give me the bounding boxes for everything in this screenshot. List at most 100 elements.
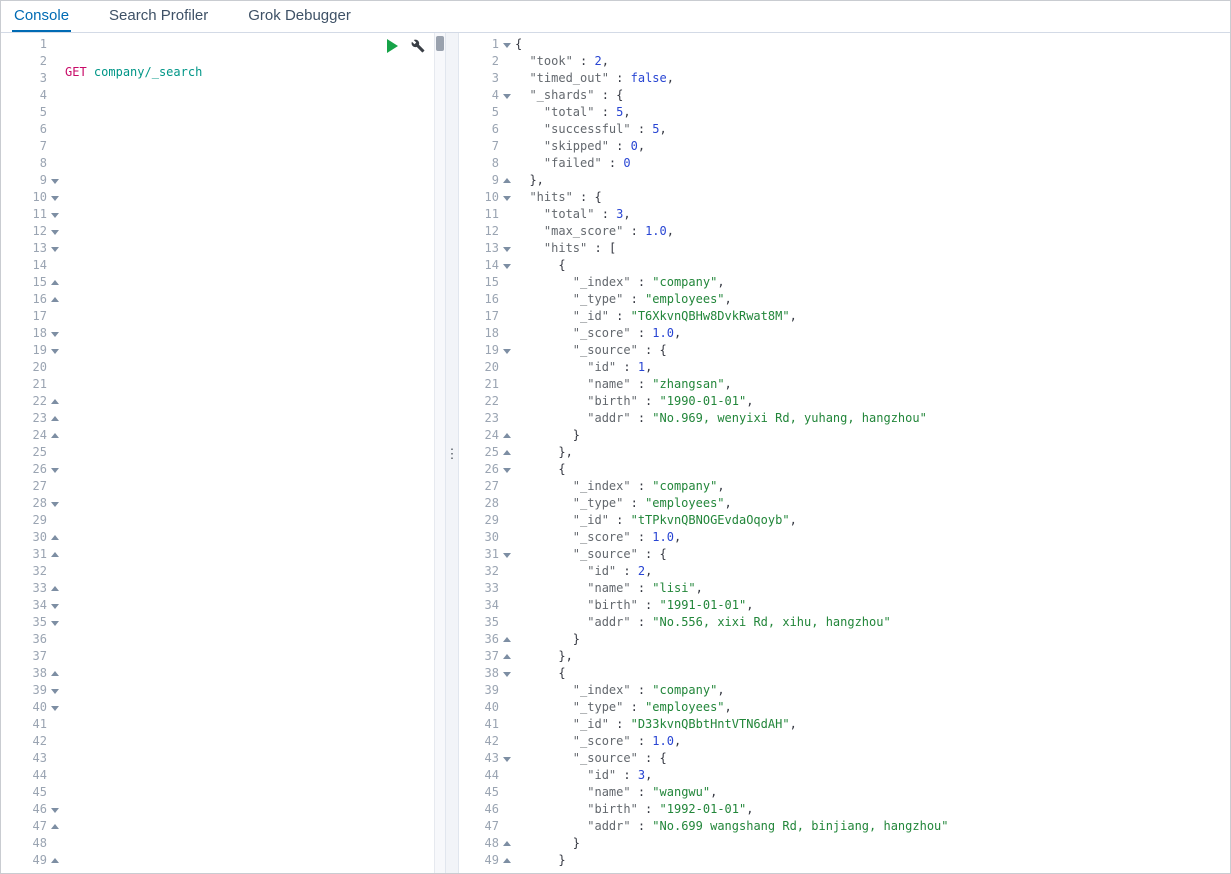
request-line[interactable]: GET company/_search [65,64,445,81]
request-content[interactable]: GET company/_search [61,36,445,873]
fold-close-icon[interactable] [47,410,61,427]
response-code-line[interactable]: "timed_out" : false, [515,70,1230,87]
request-code-line[interactable] [65,653,445,670]
request-scrollbar[interactable] [434,33,445,873]
fold-close-icon[interactable] [47,818,61,835]
response-code-line[interactable]: { [515,36,1230,53]
response-code-line[interactable]: "_type" : "employees", [515,291,1230,308]
request-code-line[interactable] [65,534,445,551]
fold-open-icon[interactable] [47,223,61,240]
fold-close-icon[interactable] [499,852,513,869]
response-code-line[interactable]: "took" : 2, [515,53,1230,70]
fold-close-icon[interactable] [47,529,61,546]
fold-open-icon[interactable] [47,801,61,818]
request-code-line[interactable] [65,551,445,568]
fold-open-icon[interactable] [47,342,61,359]
response-code-line[interactable]: "_score" : 1.0, [515,733,1230,750]
fold-close-icon[interactable] [47,393,61,410]
response-code-line[interactable]: "addr" : "No.969, wenyixi Rd, yuhang, ha… [515,410,1230,427]
response-code-line[interactable]: "_type" : "employees", [515,495,1230,512]
fold-close-icon[interactable] [47,274,61,291]
fold-open-icon[interactable] [499,87,513,104]
response-code-line[interactable]: "_id" : "D33kvnQBbtHntVTN6dAH", [515,716,1230,733]
request-code-line[interactable] [65,823,445,840]
request-code-line[interactable] [65,109,445,126]
response-code-line[interactable]: "skipped" : 0, [515,138,1230,155]
fold-open-icon[interactable] [47,206,61,223]
fold-close-icon[interactable] [499,427,513,444]
fold-close-icon[interactable] [47,852,61,869]
fold-open-icon[interactable] [47,325,61,342]
request-code-line[interactable] [65,517,445,534]
fold-close-icon[interactable] [499,444,513,461]
fold-open-icon[interactable] [499,189,513,206]
fold-open-icon[interactable] [47,699,61,716]
request-code-line[interactable] [65,313,445,330]
request-code-line[interactable] [65,755,445,772]
response-code-line[interactable]: "_source" : { [515,342,1230,359]
response-code-line[interactable]: "_index" : "company", [515,478,1230,495]
request-code-line[interactable] [65,619,445,636]
response-code-line[interactable]: "_score" : 1.0, [515,325,1230,342]
fold-close-icon[interactable] [499,648,513,665]
tab-console[interactable]: Console [12,1,72,32]
fold-open-icon[interactable] [47,461,61,478]
fold-close-icon[interactable] [499,835,513,852]
request-code-line[interactable] [65,602,445,619]
response-code-line[interactable]: } [515,631,1230,648]
request-code-line[interactable] [65,840,445,857]
request-code-line[interactable] [65,245,445,262]
request-options-button[interactable] [410,38,425,53]
request-code-line[interactable] [65,398,445,415]
request-code-line[interactable] [65,126,445,143]
request-editor[interactable]: 1 2 3 4 5 6 7 8 9 10 11 12 13 14 15 16 17 18 19 20 21 22 23 24 2… [1,33,445,873]
fold-open-icon[interactable] [499,665,513,682]
request-code-line[interactable] [65,670,445,687]
response-code-line[interactable]: "total" : 3, [515,206,1230,223]
request-code-line[interactable] [65,330,445,347]
response-code-line[interactable]: "birth" : "1990-01-01", [515,393,1230,410]
response-code-line[interactable]: }, [515,648,1230,665]
fold-close-icon[interactable] [47,291,61,308]
request-code-line[interactable] [65,738,445,755]
response-code-line[interactable]: "addr" : "No.556, xixi Rd, xihu, hangzho… [515,614,1230,631]
request-code-line[interactable] [65,704,445,721]
response-code-line[interactable]: "hits" : [ [515,240,1230,257]
response-code-line[interactable]: "_index" : "company", [515,682,1230,699]
fold-close-icon[interactable] [499,631,513,648]
response-code-line[interactable]: "_source" : { [515,546,1230,563]
request-code-line[interactable] [65,347,445,364]
response-code-line[interactable]: } [515,427,1230,444]
fold-close-icon[interactable] [499,172,513,189]
request-code-line[interactable] [65,364,445,381]
response-editor[interactable]: 1 2 3 4 5 6 7 8 9 10 11 12 13 14 15 16 17 18 19 20 21 22 23 24 2… [459,33,1230,873]
response-code-line[interactable]: { [515,461,1230,478]
response-content[interactable]: { "took" : 2, "timed_out" : false, "_sha… [513,36,1230,873]
response-code-line[interactable]: "name" : "wangwu", [515,784,1230,801]
response-code-line[interactable]: "birth" : "1992-01-01", [515,801,1230,818]
response-code-line[interactable]: "id" : 1, [515,359,1230,376]
tab-search-profiler[interactable]: Search Profiler [107,1,210,32]
fold-open-icon[interactable] [499,546,513,563]
fold-close-icon[interactable] [47,546,61,563]
request-code-line[interactable] [65,262,445,279]
scrollbar-thumb[interactable] [436,36,444,51]
response-code-line[interactable]: } [515,835,1230,852]
response-code-line[interactable]: "_index" : "company", [515,274,1230,291]
pane-divider[interactable]: ⋮ [445,33,459,873]
response-code-line[interactable]: "_id" : "T6XkvnQBHw8DvkRwat8M", [515,308,1230,325]
fold-close-icon[interactable] [47,580,61,597]
response-code-line[interactable]: "addr" : "No.699 wangshang Rd, binjiang,… [515,818,1230,835]
request-code-line[interactable] [65,789,445,806]
request-code-line[interactable] [65,568,445,585]
response-code-line[interactable]: "max_score" : 1.0, [515,223,1230,240]
request-code-line[interactable] [65,143,445,160]
request-code-line[interactable] [65,483,445,500]
request-code-line[interactable] [65,772,445,789]
fold-open-icon[interactable] [47,614,61,631]
response-code-line[interactable]: "failed" : 0 [515,155,1230,172]
request-code-line[interactable] [65,279,445,296]
request-code-line[interactable] [65,381,445,398]
request-code-line[interactable] [65,466,445,483]
response-code-line[interactable]: "_score" : 1.0, [515,529,1230,546]
